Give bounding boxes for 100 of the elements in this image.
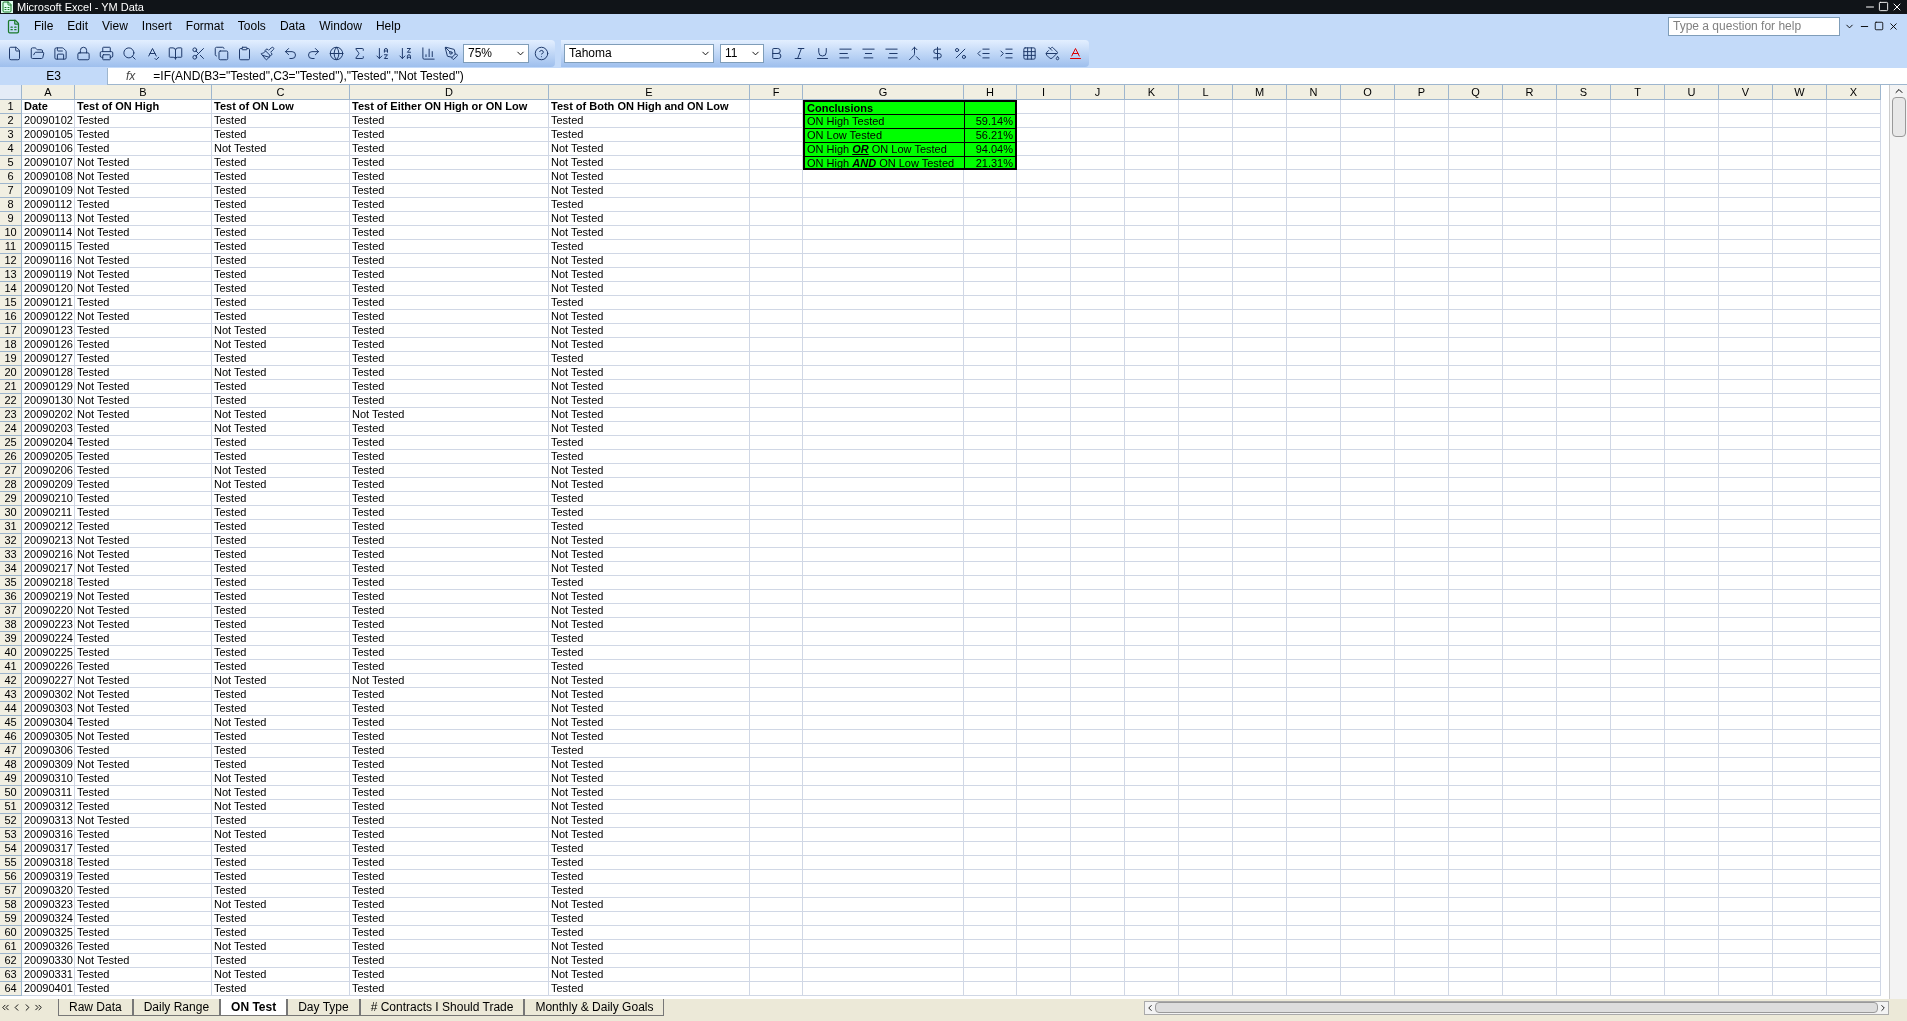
row-header[interactable]: 5: [0, 156, 22, 170]
restore-icon[interactable]: [1874, 21, 1884, 31]
row-header[interactable]: 44: [0, 702, 22, 716]
row-header[interactable]: 52: [0, 814, 22, 828]
column-header[interactable]: W: [1773, 85, 1827, 100]
menu-item[interactable]: Format: [178, 17, 231, 35]
row-header[interactable]: 39: [0, 632, 22, 646]
maximize-icon[interactable]: [1878, 1, 1889, 12]
row-header[interactable]: 31: [0, 520, 22, 534]
column-header[interactable]: V: [1719, 85, 1773, 100]
row-header[interactable]: 10: [0, 226, 22, 240]
row-header[interactable]: 16: [0, 310, 22, 324]
column-header[interactable]: X: [1827, 85, 1881, 100]
row-header[interactable]: 63: [0, 968, 22, 982]
scroll-thumb[interactable]: [1891, 97, 1906, 137]
row-header[interactable]: 11: [0, 240, 22, 254]
row-header[interactable]: 33: [0, 548, 22, 562]
row-header[interactable]: 25: [0, 436, 22, 450]
sheet-tab[interactable]: # Contracts I Should Trade: [359, 999, 525, 1016]
row-header[interactable]: 43: [0, 688, 22, 702]
column-header[interactable]: O: [1341, 85, 1395, 100]
row-header[interactable]: 38: [0, 618, 22, 632]
row-header[interactable]: 53: [0, 828, 22, 842]
column-header[interactable]: K: [1125, 85, 1179, 100]
first-sheet-icon[interactable]: [0, 1002, 11, 1013]
row-header[interactable]: 17: [0, 324, 22, 338]
row-header[interactable]: 18: [0, 338, 22, 352]
row-header[interactable]: 27: [0, 464, 22, 478]
row-header[interactable]: 60: [0, 926, 22, 940]
row-header[interactable]: 56: [0, 870, 22, 884]
row-header[interactable]: 55: [0, 856, 22, 870]
row-header[interactable]: 37: [0, 604, 22, 618]
help-field[interactable]: Type a question for help: [1668, 16, 1840, 36]
row-header[interactable]: 48: [0, 758, 22, 772]
column-header[interactable]: D: [350, 85, 549, 100]
column-header[interactable]: U: [1665, 85, 1719, 100]
row-header[interactable]: 22: [0, 394, 22, 408]
row-header[interactable]: 2: [0, 114, 22, 128]
column-header[interactable]: E: [549, 85, 750, 100]
formula-field[interactable]: =IF(AND(B3="Tested",C3="Tested"),"Tested","Not Tested"): [153, 67, 464, 85]
row-header[interactable]: 30: [0, 506, 22, 520]
row-header[interactable]: 21: [0, 380, 22, 394]
row-header[interactable]: 42: [0, 674, 22, 688]
row-header[interactable]: 32: [0, 534, 22, 548]
row-header[interactable]: 62: [0, 954, 22, 968]
row-header[interactable]: 26: [0, 450, 22, 464]
last-sheet-icon[interactable]: [33, 1002, 44, 1013]
row-header[interactable]: 29: [0, 492, 22, 506]
row-header[interactable]: 6: [0, 170, 22, 184]
column-header[interactable]: B: [75, 85, 212, 100]
zoom-dropdown[interactable]: 75%: [463, 43, 529, 63]
horizontal-scrollbar[interactable]: [1144, 1000, 1889, 1015]
row-header[interactable]: 34: [0, 562, 22, 576]
scroll-right-icon[interactable]: [1878, 1002, 1888, 1013]
row-header[interactable]: 35: [0, 576, 22, 590]
row-header[interactable]: 49: [0, 772, 22, 786]
sheet-tab[interactable]: Day Type: [287, 999, 360, 1016]
row-header[interactable]: 54: [0, 842, 22, 856]
close-icon[interactable]: [1891, 1, 1903, 13]
menu-item[interactable]: Edit: [60, 17, 96, 35]
row-header[interactable]: 8: [0, 198, 22, 212]
row-header[interactable]: 45: [0, 716, 22, 730]
row-header[interactable]: 50: [0, 786, 22, 800]
row-header[interactable]: 64: [0, 982, 22, 996]
menu-item[interactable]: View: [95, 17, 135, 35]
column-header[interactable]: R: [1503, 85, 1557, 100]
row-header[interactable]: 20: [0, 366, 22, 380]
column-header[interactable]: C: [212, 85, 350, 100]
row-header[interactable]: 19: [0, 352, 22, 366]
row-header[interactable]: 12: [0, 254, 22, 268]
row-header[interactable]: 61: [0, 940, 22, 954]
column-header[interactable]: J: [1071, 85, 1125, 100]
row-header[interactable]: 59: [0, 912, 22, 926]
vertical-scrollbar[interactable]: [1889, 85, 1907, 999]
row-header[interactable]: 51: [0, 800, 22, 814]
column-header[interactable]: P: [1395, 85, 1449, 100]
row-header[interactable]: 1: [0, 100, 22, 114]
row-header[interactable]: 40: [0, 646, 22, 660]
sheet-tab[interactable]: Raw Data: [58, 999, 133, 1016]
column-header[interactable]: I: [1017, 85, 1071, 100]
column-header[interactable]: L: [1179, 85, 1233, 100]
column-header[interactable]: S: [1557, 85, 1611, 100]
column-header[interactable]: N: [1287, 85, 1341, 100]
row-header[interactable]: 47: [0, 744, 22, 758]
row-header[interactable]: 36: [0, 590, 22, 604]
menu-item[interactable]: Insert: [134, 17, 179, 35]
row-header[interactable]: 58: [0, 898, 22, 912]
row-header[interactable]: 28: [0, 478, 22, 492]
row-header[interactable]: 46: [0, 730, 22, 744]
row-header[interactable]: 23: [0, 408, 22, 422]
sheet-tab[interactable]: Monthly & Daily Goals: [524, 999, 665, 1016]
scroll-thumb[interactable]: [1155, 1002, 1878, 1013]
column-header[interactable]: T: [1611, 85, 1665, 100]
column-header[interactable]: M: [1233, 85, 1287, 100]
column-header[interactable]: F: [750, 85, 803, 100]
menu-item[interactable]: Data: [272, 17, 313, 35]
row-header[interactable]: 9: [0, 212, 22, 226]
menu-item[interactable]: Window: [312, 17, 369, 35]
row-header[interactable]: 13: [0, 268, 22, 282]
font-dropdown[interactable]: Tahoma: [564, 43, 714, 63]
